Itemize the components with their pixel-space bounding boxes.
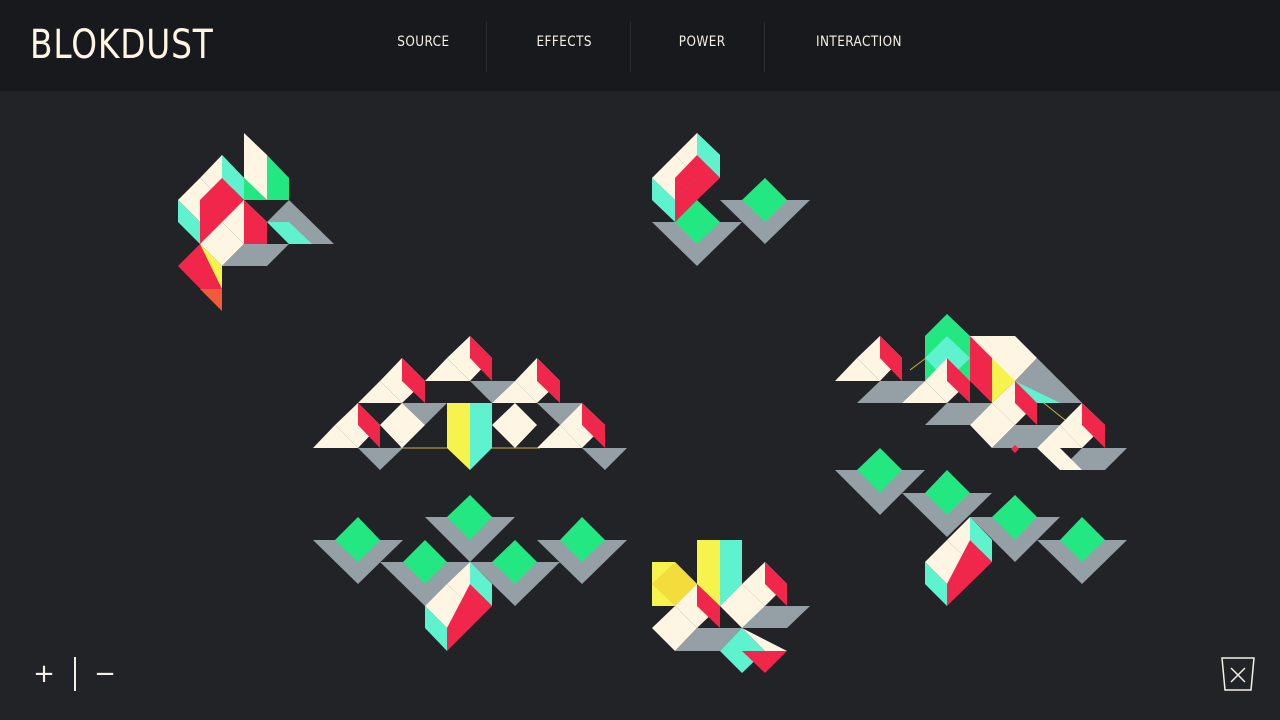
nav-divider [486, 22, 487, 72]
nav-effects[interactable]: EFFECTS [537, 34, 592, 58]
block-canvas[interactable] [0, 91, 1280, 720]
nav-interaction[interactable]: INTERACTION [816, 34, 902, 58]
app-logo: BLOKDUST [30, 22, 214, 68]
zoom-out-button[interactable]: − [91, 660, 119, 688]
nav-source[interactable]: SOURCE [397, 34, 449, 58]
block-cluster-2[interactable] [652, 133, 810, 266]
zoom-in-button[interactable]: + [30, 660, 58, 688]
nav-power[interactable]: POWER [679, 34, 726, 58]
nav-divider [764, 22, 765, 72]
block-cluster-3[interactable] [313, 336, 627, 470]
close-icon[interactable] [1220, 656, 1256, 692]
block-cluster-6[interactable] [835, 314, 1127, 470]
zoom-divider [74, 657, 76, 691]
block-cluster-1[interactable] [178, 133, 334, 311]
block-cluster-5[interactable] [652, 540, 810, 673]
top-bar: BLOKDUST SOURCE EFFECTS POWER INTERACTIO… [0, 0, 1280, 91]
block-cluster-4[interactable] [313, 495, 627, 651]
nav-divider [630, 22, 631, 72]
block-cluster-7[interactable] [835, 448, 1127, 606]
